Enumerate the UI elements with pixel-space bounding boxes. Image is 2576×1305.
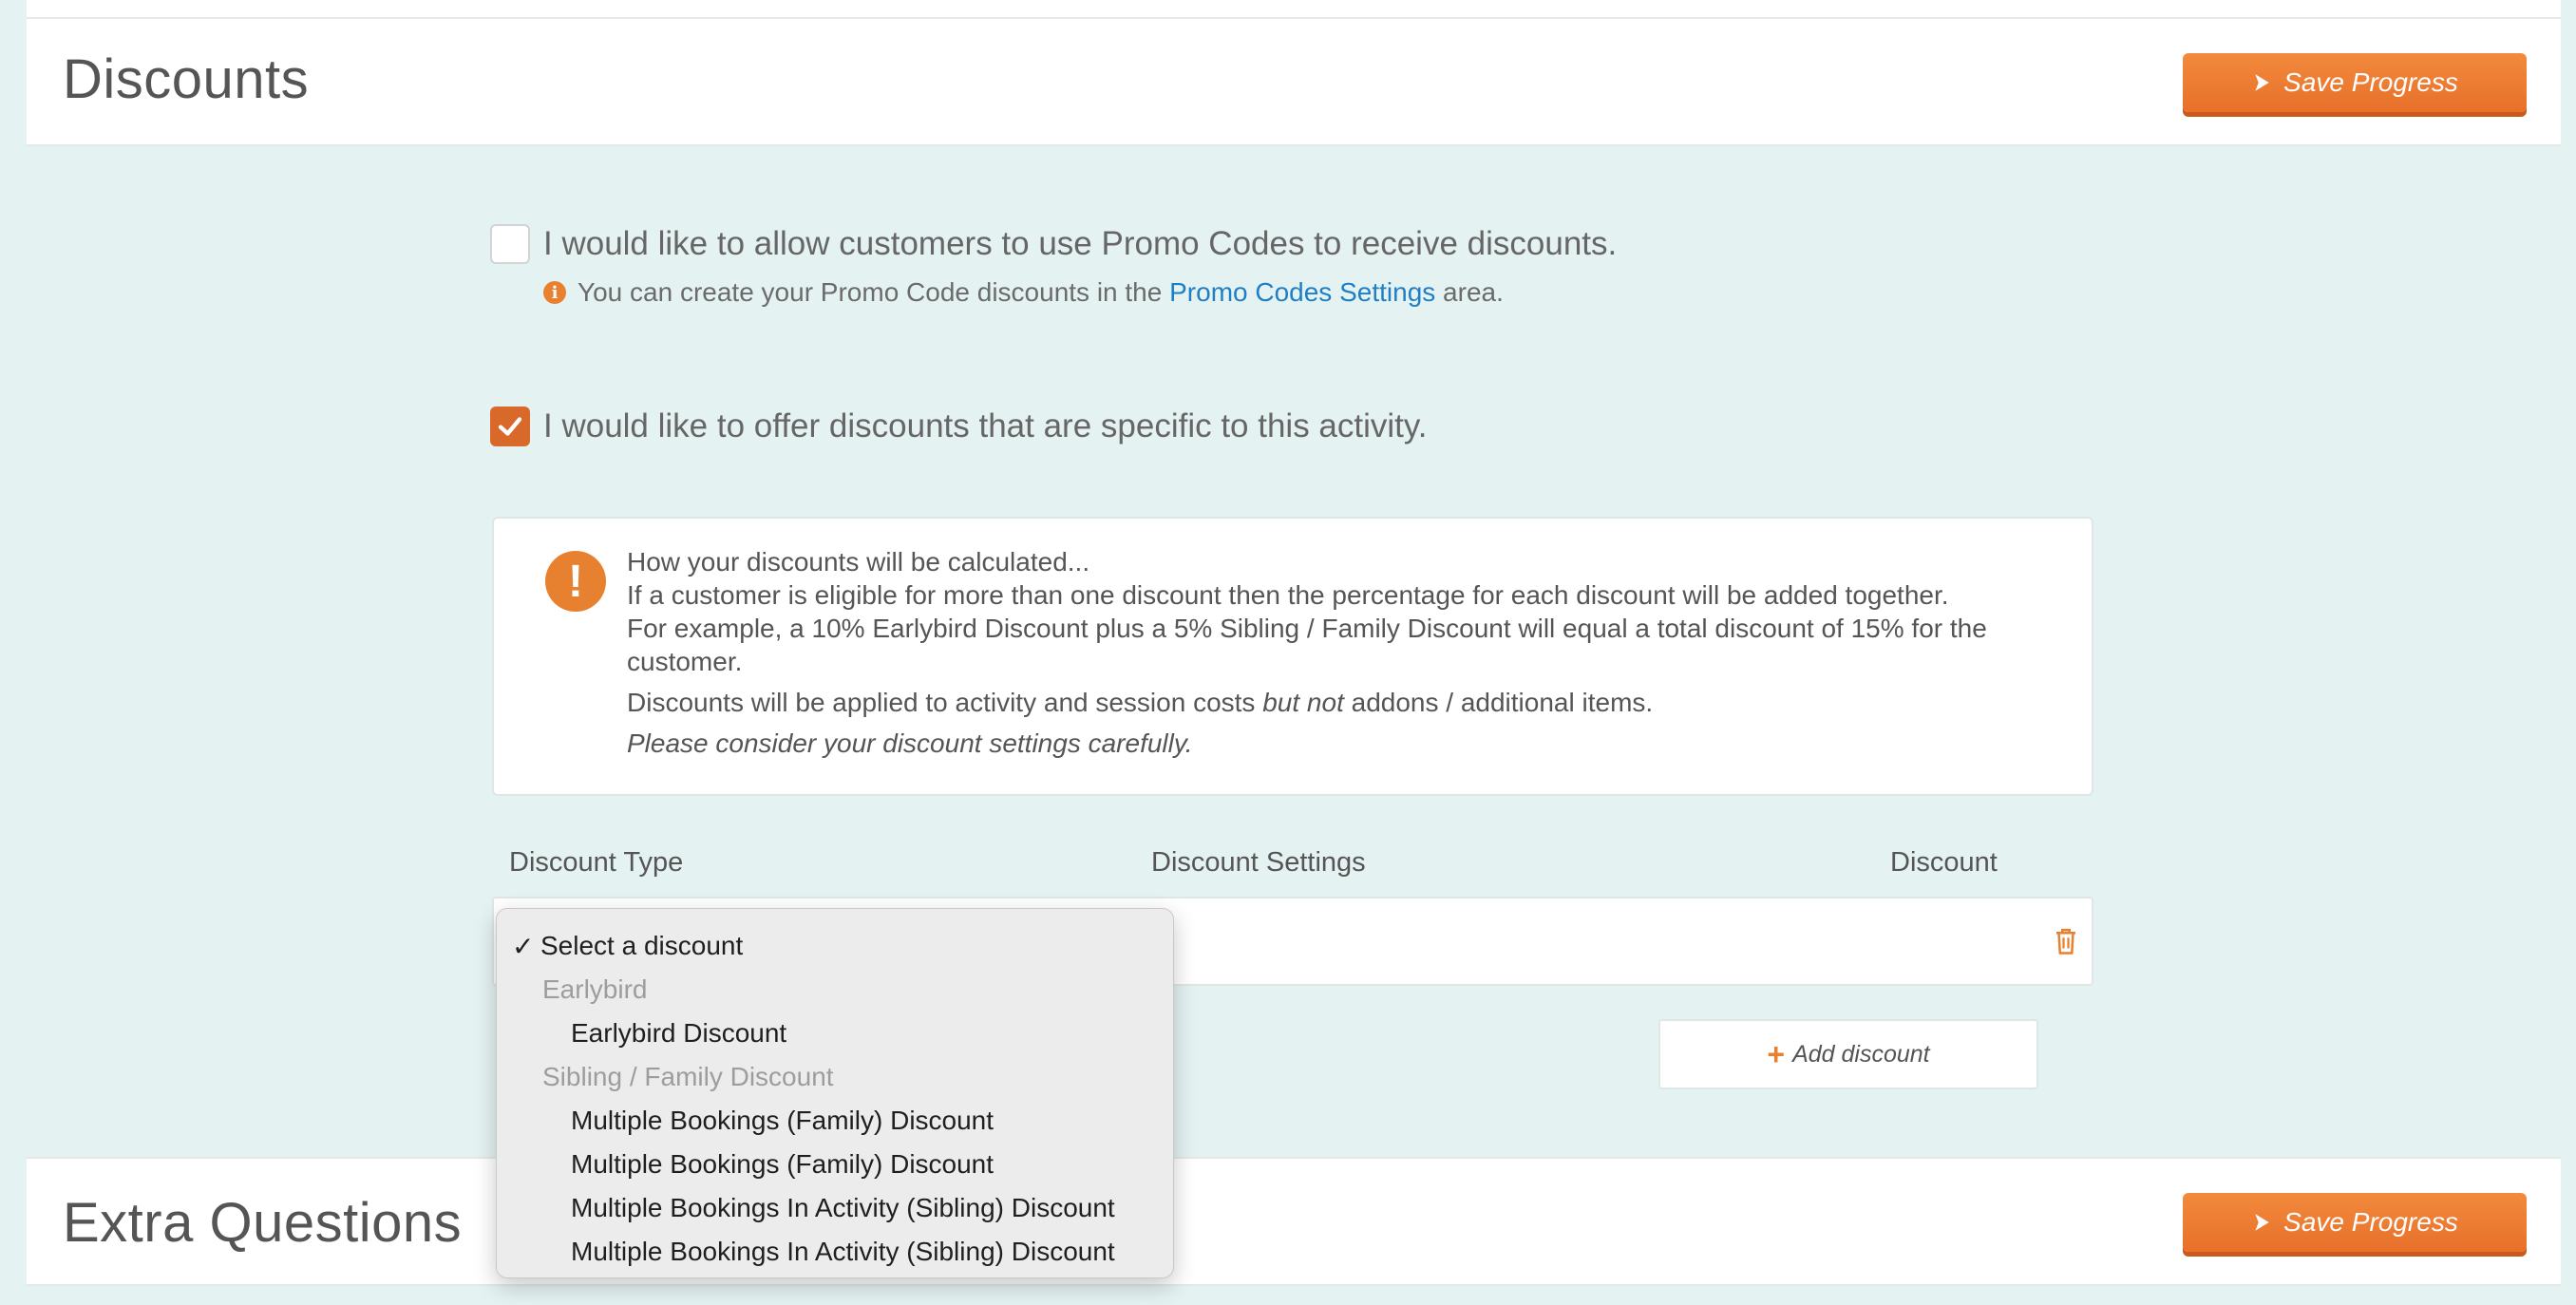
extra-questions-panel-header: Extra Questions Save Progress xyxy=(27,1157,2561,1286)
notice-line2: For example, a 10% Earlybird Discount pl… xyxy=(627,614,1987,676)
dropdown-option[interactable]: Multiple Bookings In Activity (Sibling) … xyxy=(497,1186,1173,1230)
dropdown-option-selected[interactable]: ✓ Select a discount xyxy=(497,924,1173,968)
extra-questions-title: Extra Questions xyxy=(63,1192,463,1254)
notice-line3-prefix: Discounts will be applied to activity an… xyxy=(627,688,1256,717)
specific-discounts-label: I would like to offer discounts that are… xyxy=(543,407,1428,444)
discount-type-dropdown[interactable]: ✓ Select a discount Earlybird Earlybird … xyxy=(496,908,1174,1278)
column-header-discount-settings: Discount Settings xyxy=(1151,847,1366,878)
save-progress-label: Save Progress xyxy=(2283,67,2458,97)
info-icon: i xyxy=(543,281,566,304)
save-progress-button-extra[interactable]: Save Progress xyxy=(2183,1193,2527,1252)
arrow-right-icon xyxy=(2255,1214,2269,1231)
hint-suffix: area. xyxy=(1443,277,1504,307)
discounts-title: Discounts xyxy=(63,48,310,110)
top-panel-edge xyxy=(27,0,2561,19)
checkmark-icon: ✓ xyxy=(512,931,535,961)
dropdown-option[interactable]: Earlybird Discount xyxy=(497,1012,1173,1055)
specific-discounts-checkbox[interactable] xyxy=(490,407,530,446)
dropdown-group-earlybird: Earlybird xyxy=(542,974,648,1004)
notice-line4: Please consider your discount settings c… xyxy=(627,728,1193,758)
notice-text: How your discounts will be calculated...… xyxy=(627,545,2052,767)
promo-codes-checkbox[interactable] xyxy=(490,224,530,264)
notice-line1: If a customer is eligible for more than … xyxy=(627,580,1949,610)
column-header-discount-type: Discount Type xyxy=(509,847,684,878)
specific-discounts-option: I would like to offer discounts that are… xyxy=(490,407,1428,446)
trash-icon[interactable] xyxy=(2054,927,2078,955)
discount-calculation-notice: ! How your discounts will be calculated.… xyxy=(492,517,2093,796)
promo-codes-option: I would like to allow customers to use P… xyxy=(490,224,1617,264)
checkmark-icon xyxy=(498,417,522,436)
add-discount-label: Add discount xyxy=(1792,1040,1930,1068)
plus-icon: + xyxy=(1767,1036,1786,1071)
dropdown-option[interactable]: Multiple Bookings (Family) Discount xyxy=(497,1143,1173,1186)
arrow-right-icon xyxy=(2255,74,2269,91)
notice-line3-suffix: addons / additional items. xyxy=(1351,688,1654,717)
notice-line3-emphasis: but not xyxy=(1262,688,1344,717)
promo-codes-label: I would like to allow customers to use P… xyxy=(543,225,1618,262)
save-progress-button[interactable]: Save Progress xyxy=(2183,53,2527,112)
dropdown-group-sibling-family: Sibling / Family Discount xyxy=(542,1062,834,1091)
promo-codes-hint: i You can create your Promo Code discoun… xyxy=(543,277,1504,308)
discounts-panel-header: Discounts Save Progress xyxy=(27,19,2561,146)
dropdown-option-label: Select a discount xyxy=(540,931,744,960)
hint-prefix: You can create your Promo Code discounts… xyxy=(578,277,1163,307)
exclamation-icon: ! xyxy=(545,551,606,612)
dropdown-option[interactable]: Multiple Bookings (Family) Discount xyxy=(497,1099,1173,1143)
add-discount-button[interactable]: + Add discount xyxy=(1658,1019,2038,1089)
promo-codes-settings-link[interactable]: Promo Codes Settings xyxy=(1169,277,1435,307)
dropdown-option[interactable]: Multiple Bookings In Activity (Sibling) … xyxy=(497,1230,1173,1274)
notice-heading: How your discounts will be calculated... xyxy=(627,547,1090,577)
column-header-discount: Discount xyxy=(1890,847,1998,878)
bottom-panel-edge xyxy=(27,1286,2561,1305)
save-progress-label: Save Progress xyxy=(2283,1207,2458,1237)
